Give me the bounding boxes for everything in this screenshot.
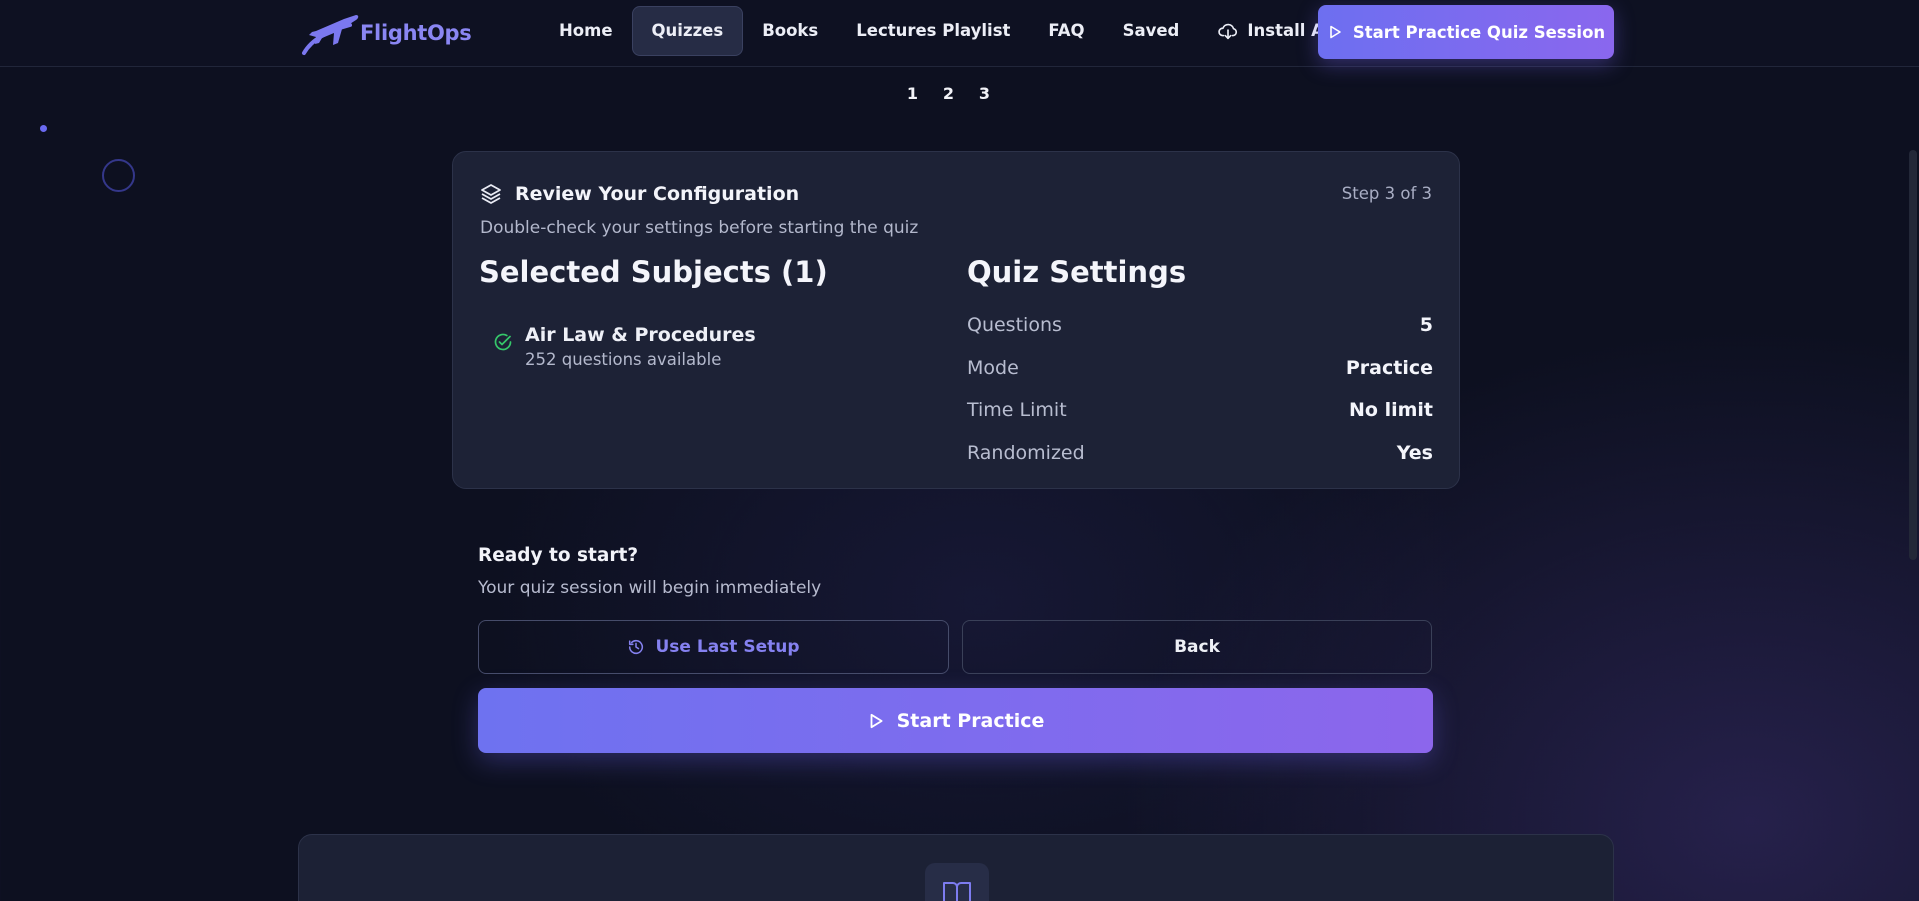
decorative-dot (40, 125, 47, 132)
book-open-icon (943, 882, 971, 901)
card-header: Review Your Configuration (479, 182, 799, 206)
setting-value: Practice (1345, 356, 1433, 379)
nav-books[interactable]: Books (743, 6, 837, 56)
ready-title: Ready to start? (478, 545, 639, 566)
brand-logo[interactable]: FlightOps (298, 9, 472, 57)
subject-question-count: 252 questions available (525, 350, 722, 369)
subject-item: Air Law & Procedures 252 questions avail… (493, 324, 756, 369)
layers-icon (481, 184, 501, 204)
decorative-ring (102, 159, 135, 192)
quiz-settings-list: Questions 5 Mode Practice Time Limit No … (967, 304, 1433, 474)
setting-row-questions: Questions 5 (967, 304, 1433, 347)
card-subtitle: Double-check your settings before starti… (480, 218, 919, 238)
step-2[interactable]: 2 (941, 84, 956, 103)
subject-name: Air Law & Procedures (525, 324, 756, 346)
page-scrollbar[interactable] (1909, 150, 1917, 560)
nav-saved[interactable]: Saved (1104, 6, 1199, 56)
nav-quizzes[interactable]: Quizzes (631, 6, 744, 56)
nav-home[interactable]: Home (540, 6, 632, 56)
brand-name: FlightOps (360, 21, 472, 45)
setting-value: No limit (1349, 399, 1433, 422)
setting-row-mode: Mode Practice (967, 347, 1433, 390)
back-button[interactable]: Back (962, 620, 1432, 674)
step-of-label: Step 3 of 3 (1341, 184, 1432, 203)
setting-value: Yes (1396, 441, 1433, 464)
top-nav-bar: FlightOps Home Quizzes Books Lectures Pl… (0, 0, 1919, 67)
start-practice-quiz-session-label: Start Practice Quiz Session (1352, 22, 1606, 42)
book-icon-badge (925, 863, 989, 901)
play-icon (1330, 25, 1341, 39)
quiz-settings-title: Quiz Settings (967, 255, 1187, 289)
cloud-download-icon (1218, 23, 1238, 40)
start-practice-label: Start Practice (896, 709, 1045, 732)
setting-label: Questions (967, 314, 1062, 337)
main-nav: Home Quizzes Books Lectures Playlist FAQ… (540, 6, 1367, 56)
setting-value: 5 (1419, 314, 1433, 337)
setting-label: Randomized (967, 441, 1085, 464)
review-configuration-card: Review Your Configuration Step 3 of 3 Do… (452, 151, 1460, 489)
setting-row-randomized: Randomized Yes (967, 432, 1433, 475)
use-last-setup-button[interactable]: Use Last Setup (478, 620, 949, 674)
check-circle-icon (494, 333, 512, 351)
ready-subtitle: Your quiz session will begin immediately (478, 578, 822, 598)
selected-subjects-title: Selected Subjects (1) (479, 255, 828, 289)
history-icon (629, 639, 644, 655)
step-indicator: 1 2 3 (905, 84, 992, 103)
resources-card (298, 834, 1614, 901)
setting-row-time-limit: Time Limit No limit (967, 389, 1433, 432)
nav-faq[interactable]: FAQ (1029, 6, 1103, 56)
use-last-setup-label: Use Last Setup (655, 637, 800, 657)
step-1[interactable]: 1 (905, 84, 920, 103)
setting-label: Mode (967, 356, 1019, 379)
airplane-icon (302, 15, 359, 55)
play-icon (870, 713, 883, 728)
start-practice-quiz-session-button[interactable]: Start Practice Quiz Session (1318, 5, 1614, 59)
nav-lectures-playlist[interactable]: Lectures Playlist (837, 6, 1029, 56)
start-practice-button[interactable]: Start Practice (478, 688, 1433, 753)
step-3[interactable]: 3 (977, 84, 992, 103)
setting-label: Time Limit (967, 399, 1067, 422)
card-title: Review Your Configuration (515, 183, 800, 205)
